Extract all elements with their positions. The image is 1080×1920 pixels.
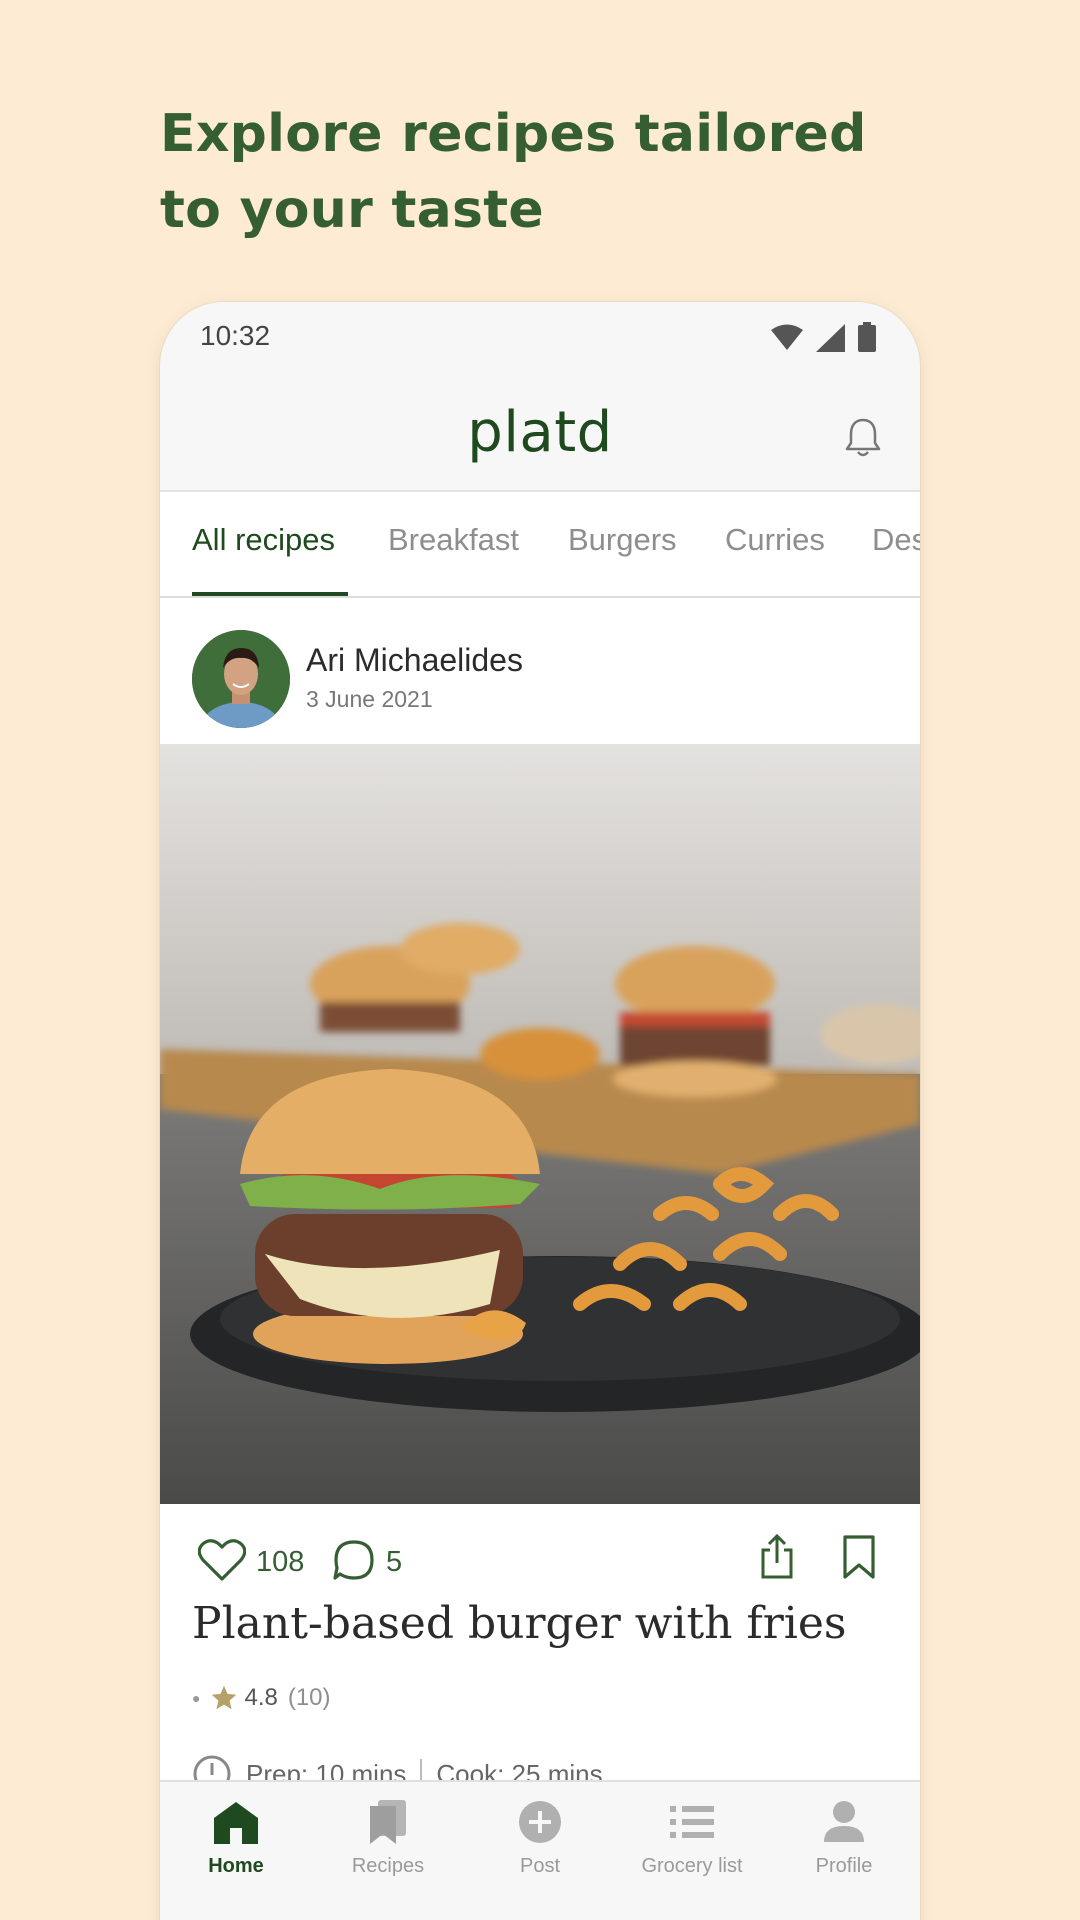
recipe-rating: ● 4.8 (10) xyxy=(192,1684,331,1712)
recipe-title[interactable]: Plant-based burger with fries xyxy=(192,1598,846,1649)
category-tabs: All recipes Breakfast Burgers Curries De… xyxy=(160,490,920,598)
bookmark-icon[interactable] xyxy=(842,1534,876,1580)
nav-profile-label: Profile xyxy=(815,1855,873,1877)
nav-grocery-list[interactable]: Grocery list xyxy=(616,1800,768,1878)
comments-count: 5 xyxy=(386,1546,403,1578)
signal-icon xyxy=(816,324,845,352)
nav-post-label: Post xyxy=(519,1855,561,1877)
rating-value: 4.8 xyxy=(244,1684,278,1711)
post-actions: 108 5 xyxy=(160,1504,920,1604)
bullet-icon: ● xyxy=(192,1690,201,1706)
post-author[interactable]: Ari Michaelides 3 June 2021 xyxy=(160,598,920,744)
tab-all-recipes[interactable]: All recipes xyxy=(192,522,335,558)
plus-circle-icon xyxy=(519,1801,561,1843)
bottom-navigation: Home Recipes Post Grocery list Profile xyxy=(160,1780,920,1920)
avatar[interactable] xyxy=(192,630,290,728)
nav-recipes-label: Recipes xyxy=(351,1855,425,1877)
nav-home-label: Home xyxy=(208,1855,264,1877)
person-icon xyxy=(824,1801,864,1842)
nav-post[interactable]: Post xyxy=(464,1800,616,1878)
star-icon xyxy=(212,1685,237,1710)
status-bar: 10:32 xyxy=(160,302,920,372)
likes-count: 108 xyxy=(256,1546,305,1578)
list-icon xyxy=(670,1806,714,1838)
notification-bell-icon[interactable] xyxy=(844,416,882,458)
share-icon[interactable] xyxy=(760,1534,794,1580)
home-icon xyxy=(214,1802,258,1844)
recipe-card: Ari Michaelides 3 June 2021 108 5 Plant-… xyxy=(160,598,920,1793)
tab-burgers[interactable]: Burgers xyxy=(568,522,677,558)
heart-icon[interactable] xyxy=(198,1538,246,1582)
nav-grocery-label: Grocery list xyxy=(641,1855,743,1877)
comment-icon[interactable] xyxy=(332,1538,376,1582)
nav-recipes[interactable]: Recipes xyxy=(312,1800,464,1878)
app-logo: platd xyxy=(467,400,613,465)
recipe-photo[interactable] xyxy=(160,744,920,1504)
rating-count: (10) xyxy=(287,1684,331,1711)
page-headline: Explore recipes tailored to your taste xyxy=(160,104,867,240)
tab-curries[interactable]: Curries xyxy=(725,522,825,558)
phone-frame: 10:32 platd All recipes Breakfast Burger… xyxy=(160,302,920,1920)
wifi-icon xyxy=(771,324,803,350)
recipes-icon xyxy=(370,1800,406,1844)
battery-icon xyxy=(858,322,876,352)
nav-home[interactable]: Home xyxy=(160,1800,312,1878)
tab-desserts[interactable]: Des xyxy=(872,522,920,558)
status-time: 10:32 xyxy=(200,320,271,351)
post-date: 3 June 2021 xyxy=(306,686,433,712)
app-bar: platd xyxy=(160,372,920,490)
author-name[interactable]: Ari Michaelides xyxy=(306,642,523,679)
nav-profile[interactable]: Profile xyxy=(768,1800,920,1878)
tab-breakfast[interactable]: Breakfast xyxy=(388,522,519,558)
